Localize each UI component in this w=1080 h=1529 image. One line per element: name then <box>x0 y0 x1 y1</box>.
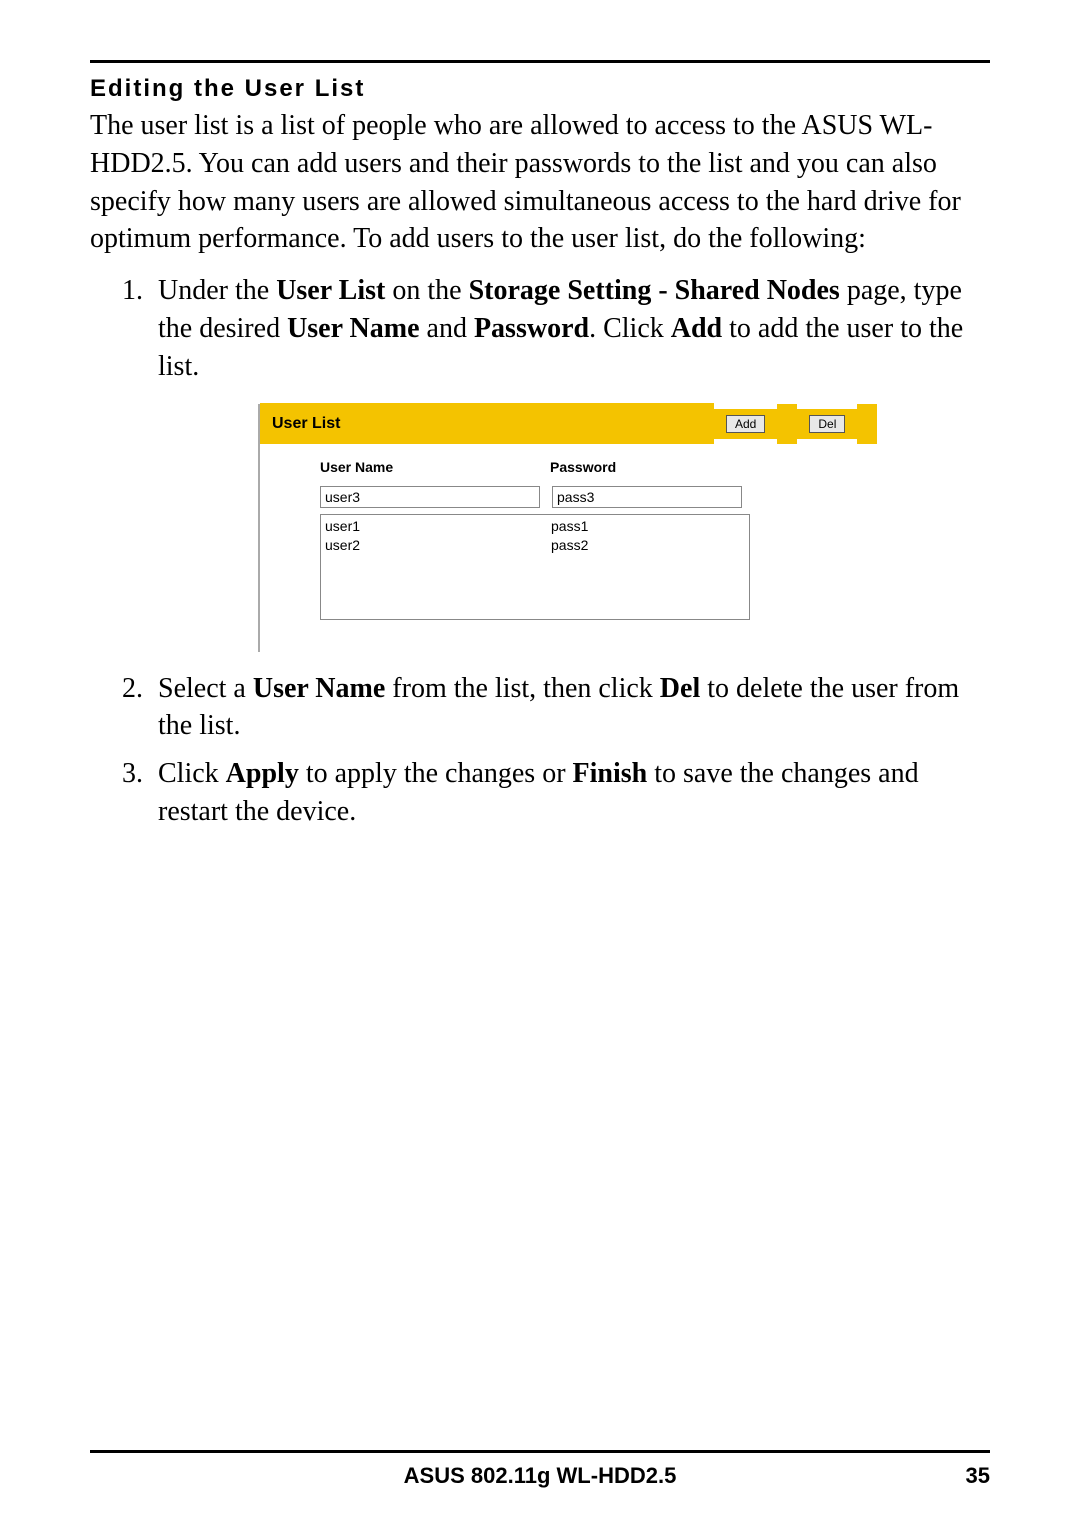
bold: Storage Setting - Shared Nodes <box>469 275 840 306</box>
add-button-wrap: Add <box>714 409 777 439</box>
bold: Finish <box>573 758 648 789</box>
bold: User Name <box>287 313 419 344</box>
bold: Apply <box>226 758 299 789</box>
column-headers: User Name Password <box>320 458 890 477</box>
step-3: Click Apply to apply the changes or Fini… <box>150 755 990 831</box>
list-item[interactable]: user2 pass2 <box>325 536 745 555</box>
figure-body: User Name Password user1 pass1 user2 <box>260 444 900 652</box>
bottom-rule <box>90 1450 990 1453</box>
text: and <box>420 313 474 344</box>
spacer <box>857 404 877 444</box>
add-button[interactable]: Add <box>726 415 765 433</box>
text: Select a <box>158 673 253 704</box>
footer-title: ASUS 802.11g WL-HDD2.5 <box>404 1463 677 1489</box>
step-2: Select a User Name from the list, then c… <box>150 670 990 746</box>
list-password: pass1 <box>551 517 588 536</box>
page-number: 35 <box>966 1463 990 1489</box>
bold: User Name <box>253 673 385 704</box>
list-username: user1 <box>325 517 551 536</box>
list-item[interactable]: user1 pass1 <box>325 517 745 536</box>
text: Click <box>158 758 226 789</box>
bold: User List <box>276 275 385 306</box>
bold: Add <box>671 313 722 344</box>
text: on the <box>385 275 468 306</box>
password-input[interactable] <box>552 486 742 508</box>
page-footer: ASUS 802.11g WL-HDD2.5 35 <box>90 1450 990 1489</box>
user-listbox[interactable]: user1 pass1 user2 pass2 <box>320 514 750 620</box>
spacer <box>777 404 797 444</box>
figure-title: User List <box>260 403 714 445</box>
del-button[interactable]: Del <box>809 415 845 433</box>
username-column-header: User Name <box>320 458 550 477</box>
password-column-header: Password <box>550 458 616 477</box>
intro-paragraph: The user list is a list of people who ar… <box>90 107 990 258</box>
figure-header: User List Add Del <box>260 404 900 444</box>
list-password: pass2 <box>551 536 588 555</box>
input-row <box>320 486 890 508</box>
steps-list: Under the User List on the Storage Setti… <box>90 272 990 841</box>
text: to apply the changes or <box>299 758 573 789</box>
footer-line: ASUS 802.11g WL-HDD2.5 35 <box>90 1463 990 1489</box>
text: . Click <box>589 313 671 344</box>
text: from the list, then click <box>385 673 660 704</box>
bold: Password <box>474 313 589 344</box>
username-input[interactable] <box>320 486 540 508</box>
text: Under the <box>158 275 276 306</box>
bold: Del <box>660 673 700 704</box>
list-username: user2 <box>325 536 551 555</box>
user-list-figure: User List Add Del User Name Password <box>258 404 900 652</box>
step-1: Under the User List on the Storage Setti… <box>150 272 990 651</box>
section-heading: Editing the User List <box>90 75 990 103</box>
top-rule <box>90 60 990 63</box>
del-button-wrap: Del <box>797 409 857 439</box>
